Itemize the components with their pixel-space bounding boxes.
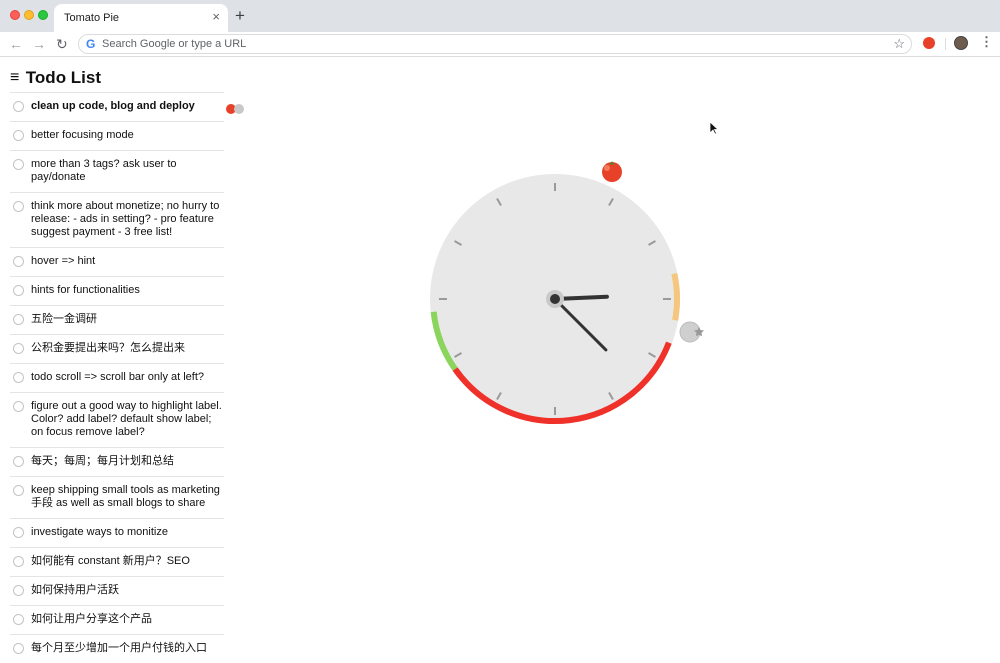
google-icon: G bbox=[86, 37, 96, 51]
tomato-clock bbox=[430, 161, 704, 424]
address-bar-placeholder: Search Google or type a URL bbox=[102, 38, 247, 50]
browser-toolbar: ← → ↻ G Search Google or type a URL ☆ bbox=[0, 32, 1000, 57]
bookmark-star-icon[interactable]: ☆ bbox=[893, 36, 905, 52]
mouse-cursor bbox=[709, 121, 720, 140]
forward-arrow-icon[interactable]: → bbox=[32, 35, 46, 53]
todo-item-label: 每个月至少增加一个用户付钱的入口 bbox=[31, 642, 207, 654]
address-bar[interactable]: G Search Google or type a URL ☆ bbox=[78, 34, 912, 54]
close-tab-icon[interactable]: × bbox=[212, 10, 220, 24]
profile-avatar[interactable] bbox=[954, 36, 968, 50]
pending-tomato-marker[interactable] bbox=[679, 321, 704, 343]
reload-icon[interactable]: ↻ bbox=[56, 35, 68, 53]
todo-item[interactable]: 每个月至少增加一个用户付钱的入口 bbox=[10, 634, 224, 663]
break-arc bbox=[671, 273, 680, 321]
tomato-icon[interactable] bbox=[602, 161, 622, 182]
browser-menu-icon[interactable]: ⋮ bbox=[980, 35, 993, 49]
browser-tab[interactable]: Tomato Pie × bbox=[54, 4, 228, 32]
todo-checkbox[interactable] bbox=[13, 643, 24, 654]
maximize-window-button[interactable] bbox=[38, 10, 48, 20]
minimize-window-button[interactable] bbox=[24, 10, 34, 20]
tab-title: Tomato Pie bbox=[64, 12, 120, 24]
clock-pivot bbox=[550, 294, 560, 304]
back-arrow-icon[interactable]: ← bbox=[9, 35, 23, 53]
close-window-button[interactable] bbox=[10, 10, 20, 20]
tomato-extension-icon[interactable] bbox=[923, 37, 935, 49]
page-content: ≡ Todo List clean up code, blog and depl… bbox=[0, 57, 1000, 654]
browser-tab-bar: Tomato Pie × + bbox=[0, 0, 1000, 32]
new-tab-icon[interactable]: + bbox=[235, 6, 245, 26]
toolbar-divider bbox=[945, 38, 946, 50]
